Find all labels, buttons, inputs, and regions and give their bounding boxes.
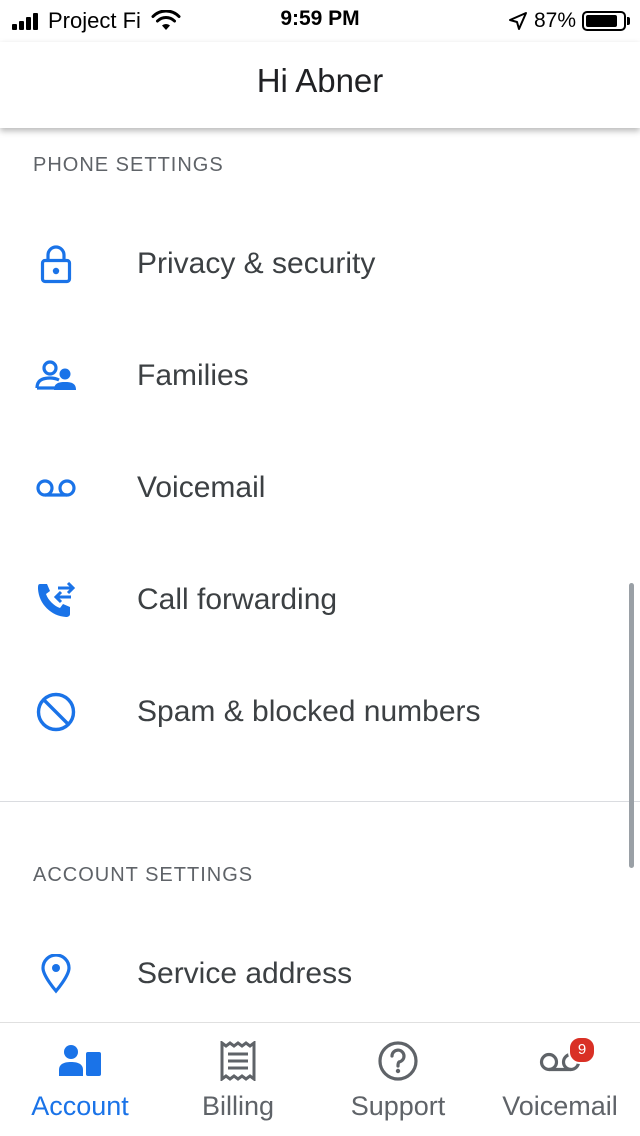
nav-voicemail[interactable]: Voicemail: [480, 1023, 640, 1136]
nav-label: Billing: [201, 1091, 275, 1121]
battery-icon: [582, 11, 626, 31]
location-pin-icon: [32, 950, 80, 998]
account-icon: [58, 1039, 102, 1083]
battery-level: [586, 15, 618, 27]
voicemail-badge: 9: [568, 1036, 596, 1064]
bottom-nav: Account Billing Support Voicemail 9: [0, 1022, 640, 1136]
phone-settings-header: PHONE SETTINGS: [33, 154, 224, 176]
scrollbar[interactable]: [629, 583, 634, 868]
app-screen: Project Fi 9:59 PM 87% Hi Abner PHONE SE…: [0, 0, 640, 1136]
setting-call-forwarding[interactable]: Call forwarding: [0, 544, 620, 656]
setting-label: Voicemail: [137, 471, 266, 504]
status-bar: Project Fi 9:59 PM 87%: [0, 0, 640, 42]
account-settings-header: ACCOUNT SETTINGS: [33, 864, 254, 886]
family-icon: [32, 352, 80, 400]
help-icon: [376, 1039, 420, 1083]
nav-label: Support: [350, 1091, 446, 1121]
setting-privacy-security[interactable]: Privacy & security: [0, 208, 620, 320]
nav-label: Account: [31, 1091, 129, 1121]
lock-icon: [32, 240, 80, 288]
voicemail-icon: [32, 464, 80, 512]
page-title: Hi Abner: [256, 62, 384, 99]
setting-label: Families: [137, 359, 249, 392]
section-divider: [0, 801, 640, 802]
call-forward-icon: [32, 576, 80, 624]
status-right: 87%: [508, 7, 630, 35]
nav-account[interactable]: Account: [0, 1023, 160, 1136]
setting-label: Spam & blocked numbers: [137, 695, 481, 728]
battery-tip: [627, 17, 630, 25]
setting-families[interactable]: Families: [0, 320, 620, 432]
receipt-icon: [216, 1039, 260, 1083]
setting-service-address[interactable]: Service address: [0, 918, 620, 1022]
setting-voicemail[interactable]: Voicemail: [0, 432, 620, 544]
settings-list[interactable]: PHONE SETTINGS Privacy & security Famili…: [0, 128, 640, 1022]
nav-support[interactable]: Support: [318, 1023, 478, 1136]
setting-label: Call forwarding: [137, 583, 338, 616]
location-arrow-icon: [508, 11, 528, 31]
setting-label: Privacy & security: [137, 247, 376, 280]
battery-percent: 87%: [533, 9, 576, 32]
app-bar: Hi Abner: [0, 42, 640, 128]
block-icon: [32, 688, 80, 736]
setting-label: Service address: [137, 957, 353, 990]
setting-spam-blocked[interactable]: Spam & blocked numbers: [0, 656, 620, 768]
nav-billing[interactable]: Billing: [158, 1023, 318, 1136]
nav-label: Voicemail: [502, 1091, 618, 1121]
